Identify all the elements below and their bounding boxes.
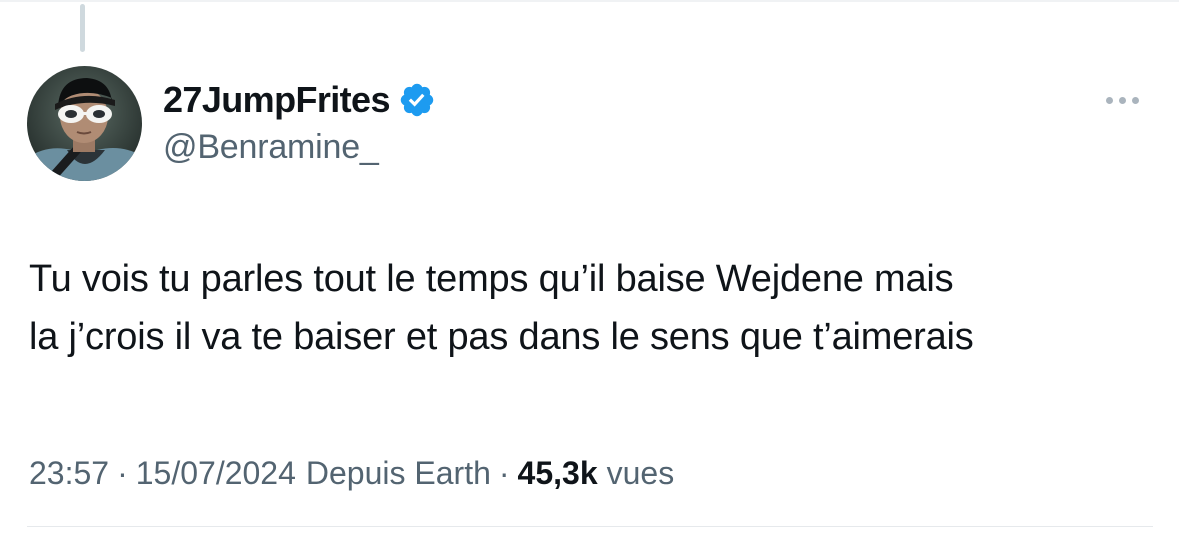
meta-separator: · xyxy=(117,454,128,491)
more-horizontal-icon-dot xyxy=(1131,96,1139,104)
tweet-text-line: Tu vois tu parles tout le temps qu’il ba… xyxy=(29,258,954,300)
tweet-source[interactable]: Depuis Earth xyxy=(306,455,491,492)
avatar[interactable] xyxy=(27,66,142,181)
views-label: vues xyxy=(606,454,675,491)
more-horizontal-icon xyxy=(1105,96,1113,104)
author-handle[interactable]: @Benramine_ xyxy=(163,128,379,167)
top-edge-divider xyxy=(0,0,1179,2)
more-options-button[interactable] xyxy=(1096,88,1148,112)
tweet-time[interactable]: 23:57 xyxy=(29,455,109,492)
more-horizontal-icon-dot xyxy=(1118,96,1126,104)
verified-badge-icon[interactable] xyxy=(398,81,436,119)
meta-separator: · xyxy=(498,454,510,491)
thread-connector-line xyxy=(80,4,85,52)
views-count[interactable]: 45,3k xyxy=(518,455,598,492)
tweet-meta: 23:57 · 15/07/2024 Depuis Earth · 45,3k … xyxy=(29,448,674,498)
bottom-divider xyxy=(27,526,1153,527)
tweet-text-line: la j’crois il va te baiser et pas dans l… xyxy=(29,316,974,358)
tweet-date[interactable]: 15/07/2024 xyxy=(136,455,296,492)
author-display-name[interactable]: 27JumpFrites xyxy=(163,79,390,121)
tweet-text: Tu vois tu parles tout le temps qu’il ba… xyxy=(29,250,1169,366)
avatar-image xyxy=(27,66,142,181)
author-name-row: 27JumpFrites xyxy=(163,76,436,124)
